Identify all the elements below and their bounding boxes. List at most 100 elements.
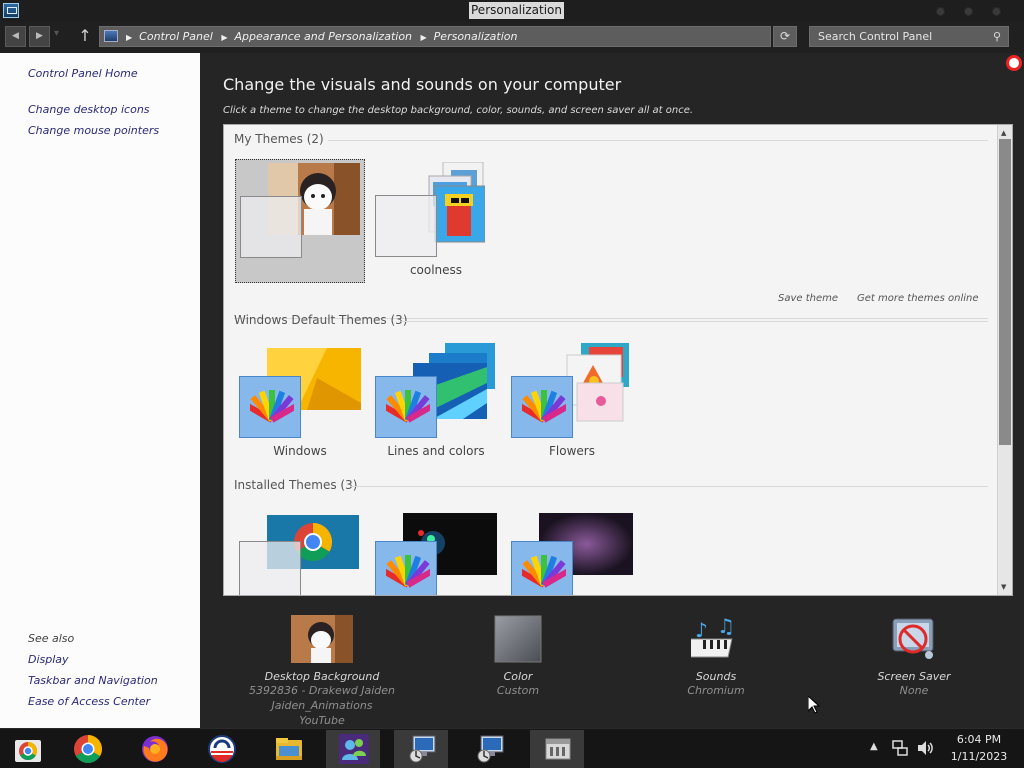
tray-chevron-up-icon[interactable]: ▲ [870,741,878,752]
desktop-background-button[interactable]: Desktop Background 5392836 - Drakewd Jai… [248,615,396,728]
forward-button[interactable]: ▶ [29,26,50,47]
screen-saver-label: Screen Saver [877,670,951,683]
scroll-thumb[interactable] [999,139,1011,445]
control-panel-window-icon [545,738,571,760]
firefox-icon [142,736,168,762]
desktop-background-value: 5392836 - Drakewd Jaiden [248,684,396,697]
recent-pages-chevron-icon[interactable]: ▾ [54,28,59,39]
theme-installed-nebula[interactable] [507,505,637,595]
search-icon[interactable]: ⚲ [989,29,1005,44]
taskbar-file-explorer[interactable] [261,730,315,768]
search-input[interactable] [810,27,986,46]
main-content: Change the visuals and sounds on your co… [200,53,1024,728]
group-header-installed-themes: Installed Themes (3) [234,478,358,492]
control-panel-icon[interactable] [3,3,19,18]
color-fan-icon [522,555,566,588]
chrome-store-icon [15,740,41,762]
taskbar-chrome[interactable] [60,730,114,768]
theme-label: Windows [273,444,327,458]
divider [401,321,988,322]
taskbar: ▲ 6:04 PM 1/11/2023 [0,728,1024,768]
theme-coolness[interactable]: coolness [371,159,501,283]
sidebar-change-desktop-icons[interactable]: Change desktop icons [28,103,150,116]
group-header-default-themes: Windows Default Themes (3) [234,313,408,327]
color-value: Custom [496,684,540,697]
scroll-up-arrow-icon[interactable]: ▲ [1001,129,1006,137]
desktop-background-label: Desktop Background [264,670,380,683]
theme-label: Unsaved Theme [252,264,350,278]
color-label: Color [503,670,533,683]
sidebar-ease-of-access[interactable]: Ease of Access Center [28,695,150,708]
theme-color-preview [511,376,573,438]
color-button[interactable]: Color Custom [468,615,568,698]
taskbar-chrome-store[interactable] [0,730,54,768]
theme-list-scrollbar[interactable]: ▲ ▼ [997,125,1012,595]
theme-color-preview [375,195,437,257]
theme-installed-dark[interactable] [371,505,501,595]
refresh-button[interactable]: ⟳ [773,26,797,47]
sounds-icon: ♪ ♫ [683,614,735,658]
theme-color-preview [239,376,301,438]
sidebar-control-panel-home[interactable]: Control Panel Home [28,67,138,80]
search-box[interactable]: ⚲ [809,26,1009,47]
sounds-label: Sounds [695,670,737,683]
color-fan-icon [250,390,294,423]
breadcrumb-separator-icon[interactable]: ▶ [221,33,227,42]
clock-time[interactable]: 6:04 PM [945,733,1013,746]
color-swatch [494,615,542,663]
theme-installed-chrome[interactable] [235,505,365,595]
color-fan-icon [522,390,566,423]
sidebar-display[interactable]: Display [28,653,69,666]
divider [328,140,988,141]
taskbar-firefox[interactable] [127,730,181,768]
save-theme-link[interactable]: Save theme [778,293,838,304]
breadcrumb-personalization[interactable]: Personalization [434,30,518,43]
theme-label: Lines and colors [387,444,485,458]
theme-flowers[interactable]: Flowers [507,340,637,464]
obama-logo-icon [208,735,236,763]
taskbar-people-app[interactable] [326,730,380,768]
theme-unsaved[interactable]: Unsaved Theme [235,159,365,283]
screen-saver-button[interactable]: Screen Saver None [864,615,964,698]
svg-text:♫: ♫ [717,615,735,638]
theme-label: Flowers [549,444,595,458]
taskbar-obama-logo[interactable] [194,730,248,768]
theme-list[interactable]: My Themes (2) Unsaved Theme coolness Sav… [223,124,1013,596]
get-more-themes-link[interactable]: Get more themes online [857,293,979,304]
theme-windows[interactable]: Windows [235,340,365,464]
breadcrumb-appearance[interactable]: Appearance and Personalization [234,30,412,43]
screen-saver-icon [892,618,934,659]
clock-date[interactable]: 1/11/2023 [945,750,1013,763]
breadcrumb-control-panel[interactable]: Control Panel [139,30,213,43]
mouse-cursor-icon [808,696,820,714]
taskbar-control-panel[interactable] [530,730,584,768]
folder-icon [276,738,302,760]
close-button[interactable] [992,7,1001,16]
people-icon [339,734,369,764]
up-arrow-icon[interactable]: ↑ [76,25,94,47]
taskbar-remote-desktop-1[interactable] [394,730,448,768]
navigation-bar: ◀ ▶ ▾ ↑ ▶ Control Panel ▶ Appearance and P… [0,22,1024,53]
breadcrumb-separator-icon[interactable]: ▶ [421,33,427,42]
address-bar[interactable]: ▶ Control Panel ▶ Appearance and Personali… [99,26,771,47]
network-icon[interactable] [892,739,908,757]
breadcrumb-separator-icon[interactable]: ▶ [126,33,132,42]
back-button[interactable]: ◀ [5,26,26,47]
svg-text:♪: ♪ [695,618,708,642]
scroll-down-arrow-icon[interactable]: ▼ [1001,583,1006,591]
sounds-button[interactable]: ♪ ♫ Sounds Chromium [666,614,766,698]
color-fan-icon [386,555,430,588]
taskbar-remote-desktop-2[interactable] [462,730,516,768]
volume-icon[interactable] [916,739,934,757]
control-panel-small-icon [104,30,118,42]
desktop-background-thumbnail [291,615,353,663]
help-icon[interactable] [1006,55,1022,71]
sidebar-taskbar-navigation[interactable]: Taskbar and Navigation [28,674,158,687]
sidebar-change-mouse-pointers[interactable]: Change mouse pointers [28,124,159,137]
divider [350,486,988,487]
color-fan-icon [386,390,430,423]
theme-lines-and-colors[interactable]: Lines and colors [371,340,501,464]
sounds-value: Chromium [687,684,745,697]
minimize-button[interactable] [936,7,945,16]
maximize-button[interactable] [964,7,973,16]
